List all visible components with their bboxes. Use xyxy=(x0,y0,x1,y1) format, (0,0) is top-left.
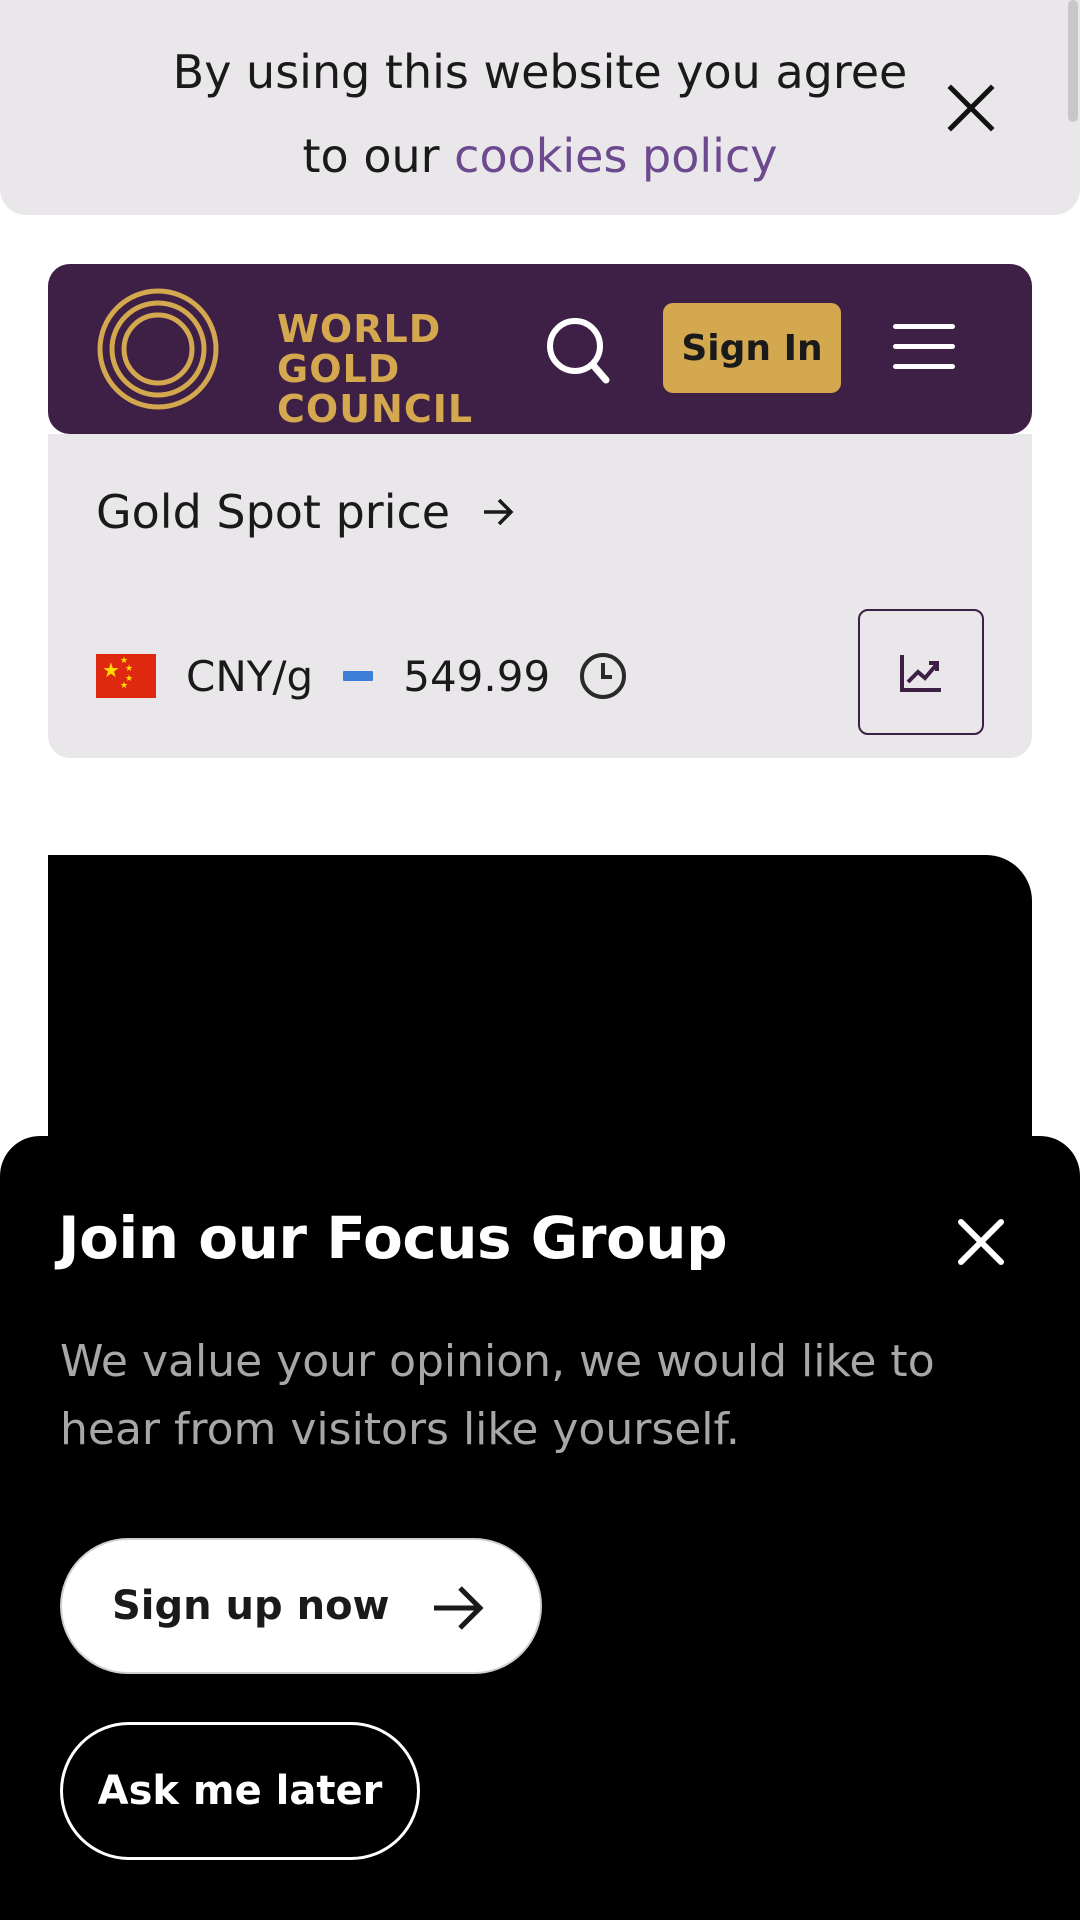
cookie-close-button[interactable] xyxy=(943,80,999,136)
currency-unit: CNY/g xyxy=(186,651,314,701)
logo-wordmark: WORLD GOLD COUNCIL xyxy=(277,309,473,429)
focus-group-close-button[interactable] xyxy=(955,1216,1007,1268)
arrow-right-icon xyxy=(484,498,514,526)
clock-icon[interactable] xyxy=(578,651,628,701)
no-change-indicator xyxy=(343,671,374,681)
price-row: ★ ★ ★ ★ ★ CNY/g 549.99 xyxy=(96,646,628,706)
gold-spot-price-label: Gold Spot price xyxy=(96,485,451,539)
focus-group-title: Join our Focus Group xyxy=(58,1204,728,1272)
sign-up-now-label: Sign up now xyxy=(112,1583,390,1629)
close-icon xyxy=(958,1219,1004,1265)
hamburger-menu-icon xyxy=(893,324,955,329)
cookies-policy-link[interactable]: cookies policy xyxy=(454,129,777,183)
search-button[interactable] xyxy=(546,317,610,385)
logo-rings-icon xyxy=(97,288,219,410)
price-chart-button[interactable] xyxy=(858,609,984,735)
site-header: WORLD GOLD COUNCIL Sign In xyxy=(48,264,1032,434)
sign-in-button[interactable]: Sign In xyxy=(663,303,841,393)
cookie-message: By using this website you agree to our c… xyxy=(160,30,920,198)
logo-line-council: COUNCIL xyxy=(277,387,474,431)
gold-price-panel: Gold Spot price ★ ★ ★ ★ ★ CNY/g 549.99 xyxy=(48,434,1032,758)
trending-chart-icon xyxy=(900,655,941,692)
focus-group-description: We value your opinion, we would like to … xyxy=(60,1336,935,1455)
world-gold-council-logo[interactable]: WORLD GOLD COUNCIL xyxy=(95,286,472,429)
sign-up-now-button[interactable]: Sign up now xyxy=(60,1538,542,1674)
cookie-banner: By using this website you agree to our c… xyxy=(0,0,1080,215)
ask-me-later-button[interactable]: Ask me later xyxy=(60,1722,420,1860)
china-flag-icon: ★ ★ ★ ★ ★ xyxy=(96,654,156,698)
search-icon xyxy=(547,318,610,384)
menu-button[interactable] xyxy=(893,324,955,374)
gold-price-value: 549.99 xyxy=(403,651,551,701)
logo-line-world: WORLD xyxy=(277,307,442,351)
logo-line-gold: GOLD xyxy=(277,347,401,391)
page-scrollbar[interactable] xyxy=(1068,0,1078,122)
focus-group-modal: Join our Focus Group We value your opini… xyxy=(0,1136,1080,1920)
ask-me-later-label: Ask me later xyxy=(97,1768,383,1814)
gold-spot-price-link[interactable]: Gold Spot price xyxy=(96,482,516,542)
close-icon xyxy=(947,84,995,132)
hamburger-menu-icon xyxy=(893,364,955,369)
hamburger-menu-icon xyxy=(893,344,955,349)
arrow-right-icon xyxy=(434,1586,484,1630)
